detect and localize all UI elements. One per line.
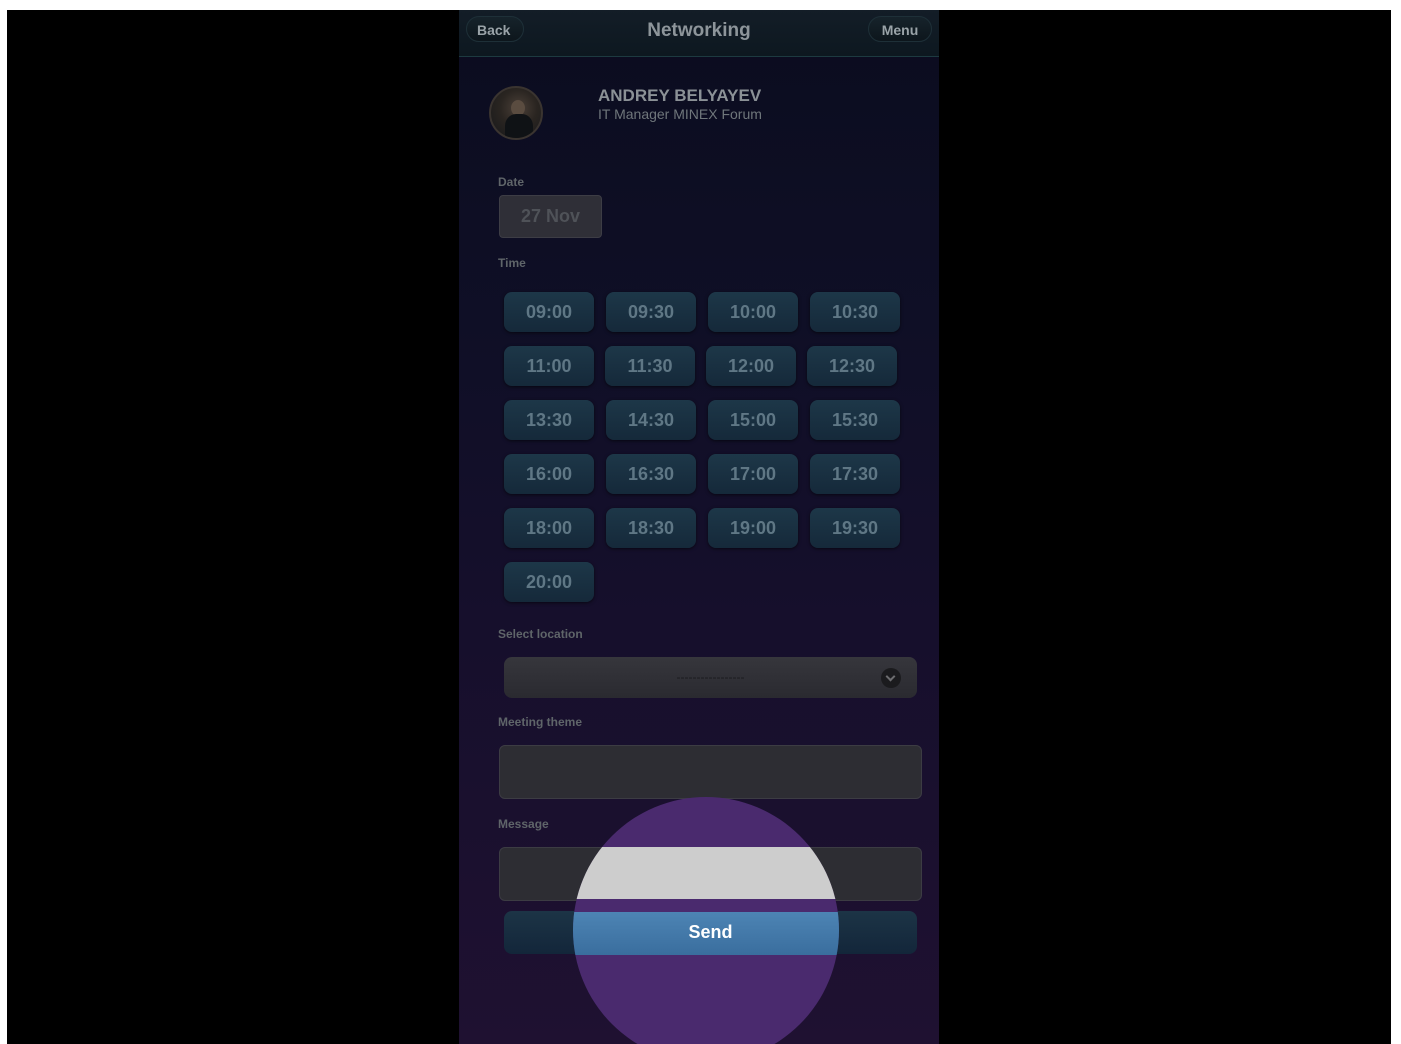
date-chip[interactable]: 27 Nov	[499, 195, 602, 238]
time-slot[interactable]: 12:30	[807, 346, 897, 386]
chevron-down-icon	[881, 668, 901, 688]
person-position: IT Manager MINEX Forum	[598, 106, 762, 122]
date-label: Date	[498, 175, 525, 189]
meeting-theme-input[interactable]	[499, 745, 922, 799]
time-slot[interactable]: 11:00	[504, 346, 594, 386]
send-button-label[interactable]: Send	[504, 911, 917, 954]
location-label: Select location	[498, 627, 583, 641]
page-title: Networking	[647, 20, 751, 41]
time-slot[interactable]: 17:00	[708, 454, 798, 494]
time-slot[interactable]: 10:00	[708, 292, 798, 332]
time-slot[interactable]: 19:30	[810, 508, 900, 548]
time-label: Time	[498, 256, 526, 270]
touch-highlight-message	[573, 847, 839, 899]
time-slot[interactable]: 14:30	[606, 400, 696, 440]
location-select-value: -----------------	[676, 670, 745, 684]
mobile-viewport: Back Networking Menu ANDREY BELYAYEV IT …	[459, 10, 939, 1044]
time-slot[interactable]: 19:00	[708, 508, 798, 548]
time-slot[interactable]: 18:30	[606, 508, 696, 548]
time-slot[interactable]: 13:30	[504, 400, 594, 440]
time-slot[interactable]: 15:00	[708, 400, 798, 440]
meeting-theme-label: Meeting theme	[498, 715, 583, 729]
time-slot[interactable]: 16:30	[606, 454, 696, 494]
person-name: ANDREY BELYAYEV	[598, 86, 762, 105]
time-slot[interactable]: 17:30	[810, 454, 900, 494]
time-slot[interactable]: 20:00	[504, 562, 594, 602]
time-slot[interactable]: 09:00	[504, 292, 594, 332]
time-slot[interactable]: 12:00	[706, 346, 796, 386]
time-slot[interactable]: 11:30	[605, 346, 695, 386]
time-slot[interactable]: 09:30	[606, 292, 696, 332]
top-bar: Back Networking Menu	[459, 10, 939, 57]
time-slot[interactable]: 16:00	[504, 454, 594, 494]
message-label: Message	[498, 817, 549, 831]
avatar	[489, 86, 543, 140]
screen-frame: Back Networking Menu ANDREY BELYAYEV IT …	[7, 10, 1391, 1044]
location-select[interactable]: -----------------	[504, 657, 917, 698]
time-slot[interactable]: 15:30	[810, 400, 900, 440]
menu-button[interactable]: Menu	[868, 16, 932, 42]
time-slot[interactable]: 18:00	[504, 508, 594, 548]
time-slot[interactable]: 10:30	[810, 292, 900, 332]
